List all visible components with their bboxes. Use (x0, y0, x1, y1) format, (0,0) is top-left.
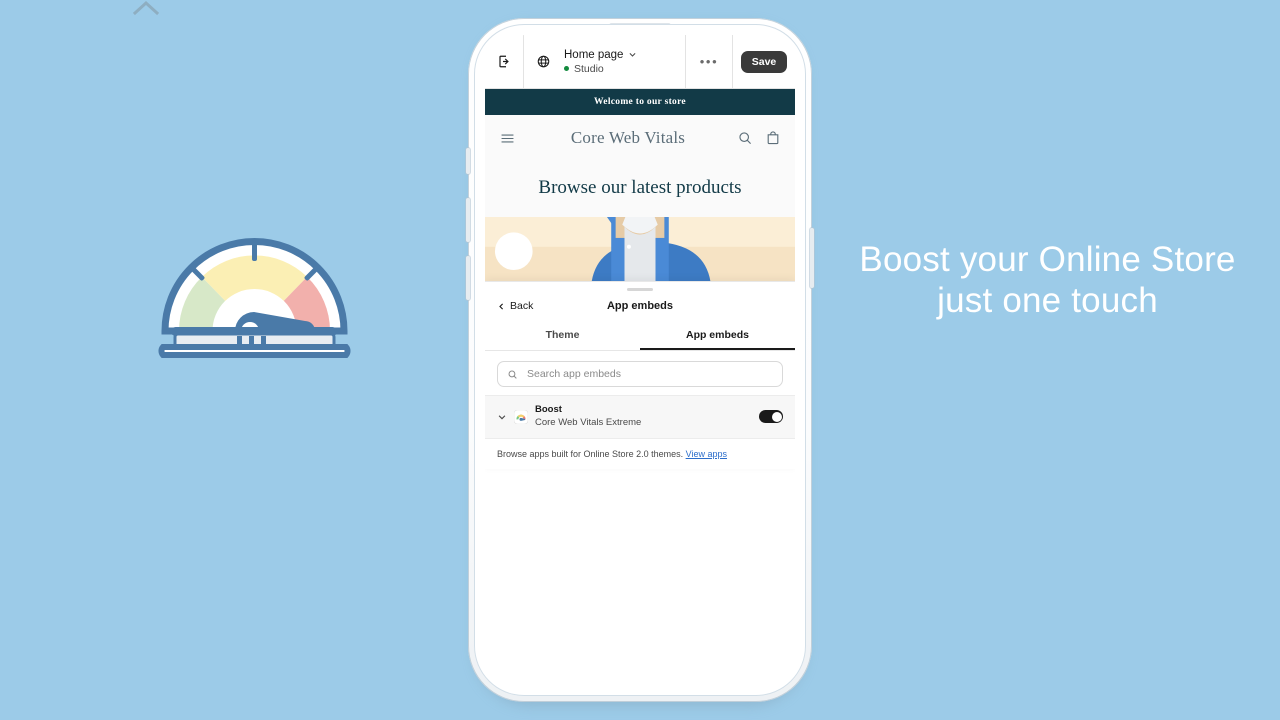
phone-volume-up-button[interactable] (466, 198, 470, 242)
phone-screen: Home page Studio ••• Save Welcome to our… (485, 35, 795, 685)
hero-title: Browse our latest products (485, 161, 795, 217)
page-selector[interactable]: Home page Studio (562, 35, 686, 88)
chevron-down-icon (628, 50, 637, 59)
app-embed-name: Boost (535, 404, 562, 415)
tagline-line-1: Boost your Online Store (859, 240, 1236, 279)
shopping-bag-icon[interactable] (765, 130, 781, 146)
shop-name: Core Web Vitals (570, 128, 686, 147)
globe-icon (536, 54, 551, 69)
tab-theme[interactable]: Theme (485, 321, 640, 350)
page-selector-row: Home page (564, 49, 685, 61)
app-embed-text: Boost Core Web Vitals Extreme (535, 404, 752, 430)
back-label: Back (510, 300, 534, 312)
app-embeds-body: Back App embeds Theme App embeds Search … (485, 282, 795, 469)
gauge-app-icon (513, 409, 529, 425)
panel-tabs: Theme App embeds (485, 321, 795, 351)
save-button-cell: Save (733, 35, 795, 88)
tab-app-embeds[interactable]: App embeds (640, 321, 795, 350)
page-name-label: Home page (564, 48, 624, 61)
toggle-knob (771, 411, 782, 422)
phone-body: Home page Studio ••• Save Welcome to our… (466, 18, 814, 702)
hamburger-menu-icon (499, 130, 516, 147)
storefront-header: Core Web Vitals (485, 115, 795, 161)
app-embeds-panel: Back App embeds Theme App embeds Search … (485, 281, 795, 469)
search-input[interactable] (525, 367, 773, 381)
storefront-header-actions (719, 130, 781, 146)
phone-silence-switch[interactable] (466, 148, 470, 174)
storefront-globe-button[interactable] (524, 35, 562, 88)
more-options-button[interactable]: ••• (686, 35, 733, 88)
exit-editor-button[interactable] (485, 35, 524, 88)
app-embed-item-boost[interactable]: Boost Core Web Vitals Extreme (485, 395, 795, 439)
theme-editor-toolbar: Home page Studio ••• Save (485, 35, 795, 89)
screen-canvas: Boost your Online Store just one touch H… (0, 0, 1280, 720)
view-apps-link[interactable]: View apps (686, 449, 727, 459)
storefront-menu-button[interactable] (499, 130, 537, 147)
more-dots-icon: ••• (699, 53, 719, 69)
exit-arrow-icon (497, 54, 512, 69)
sheet-header: Back App embeds (485, 291, 795, 321)
chevron-up-icon (131, 0, 161, 16)
storefront-preview: Welcome to our store Core Web Vitals Bro… (485, 89, 795, 281)
phone-mockup: Home page Studio ••• Save Welcome to our… (466, 18, 814, 706)
save-button[interactable]: Save (740, 50, 788, 73)
chevron-down-icon (497, 412, 507, 422)
status-dot (564, 66, 569, 71)
tagline-line-2: just one touch (937, 280, 1158, 320)
search-icon (507, 369, 518, 380)
chevron-left-icon (497, 302, 506, 311)
theme-status: Studio (564, 63, 685, 75)
search-container (485, 351, 795, 395)
phone-volume-down-button[interactable] (466, 256, 470, 300)
footer-text: Browse apps built for Online Store 2.0 t… (497, 448, 684, 459)
app-embed-toggle[interactable] (759, 410, 783, 424)
back-button[interactable]: Back (497, 300, 533, 312)
hero-image (485, 217, 795, 281)
search-app-embeds-box[interactable] (497, 361, 783, 387)
marketing-tagline: Boost your Online Store just one touch (820, 240, 1275, 322)
app-embed-subtitle: Core Web Vitals Extreme (535, 416, 642, 428)
theme-status-label: Studio (574, 62, 604, 75)
announcement-bar: Welcome to our store (485, 89, 795, 115)
search-icon[interactable] (737, 130, 753, 146)
phone-power-button[interactable] (810, 228, 814, 288)
expand-embed-button[interactable] (497, 412, 507, 422)
panel-footer: Browse apps built for Online Store 2.0 t… (485, 439, 795, 469)
speedometer-gauge-illustration (157, 203, 352, 358)
